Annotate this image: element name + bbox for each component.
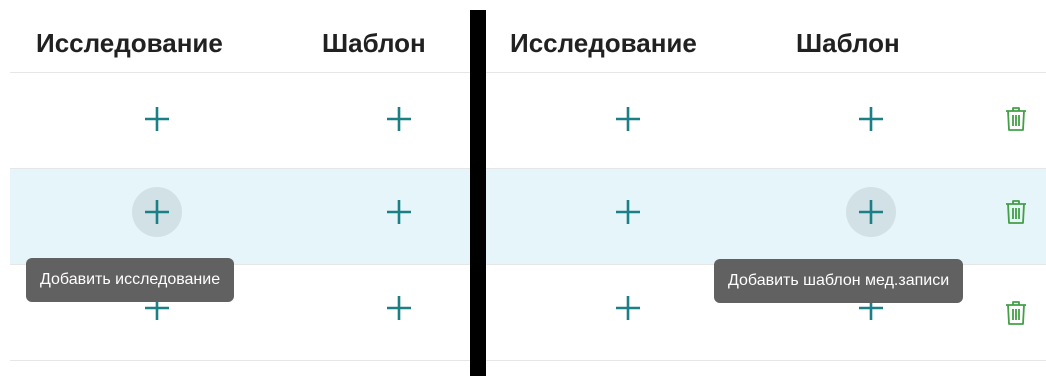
add-template-button[interactable] bbox=[374, 187, 424, 237]
column-header-study: Исследование bbox=[510, 28, 697, 58]
trash-icon bbox=[1006, 107, 1026, 131]
panel-divider bbox=[470, 10, 486, 376]
row-divider bbox=[10, 168, 470, 169]
add-template-button[interactable] bbox=[846, 187, 896, 237]
row-divider bbox=[486, 72, 1046, 73]
tooltip-add-template: Добавить шаблон мед.записи bbox=[714, 259, 964, 303]
delete-row-button[interactable] bbox=[1002, 197, 1030, 227]
right-table-panel: Исследование Шаблон Добавить шаблон мед.… bbox=[486, 0, 1046, 376]
row-divider bbox=[486, 168, 1046, 169]
add-template-button[interactable] bbox=[374, 94, 424, 144]
plus-icon bbox=[616, 296, 640, 320]
column-header-study: Исследование bbox=[36, 28, 223, 58]
add-study-button[interactable] bbox=[132, 187, 182, 237]
tooltip-add-study: Добавить исследование bbox=[26, 258, 235, 302]
delete-row-button[interactable] bbox=[1002, 298, 1030, 328]
plus-icon bbox=[387, 200, 411, 224]
add-study-button[interactable] bbox=[603, 187, 653, 237]
row-divider bbox=[10, 360, 470, 361]
add-study-button[interactable] bbox=[132, 94, 182, 144]
column-header-template: Шаблон bbox=[796, 28, 900, 58]
plus-icon bbox=[145, 200, 169, 224]
plus-icon bbox=[616, 200, 640, 224]
plus-icon bbox=[859, 107, 883, 131]
left-table-panel: Исследование Шаблон Добавить исследовани… bbox=[0, 0, 470, 376]
highlighted-row bbox=[486, 168, 1046, 264]
plus-icon bbox=[145, 107, 169, 131]
plus-icon bbox=[859, 200, 883, 224]
column-header-template: Шаблон bbox=[322, 28, 426, 58]
trash-icon bbox=[1006, 200, 1026, 224]
add-study-button[interactable] bbox=[603, 94, 653, 144]
row-divider bbox=[10, 72, 470, 73]
row-divider bbox=[486, 360, 1046, 361]
plus-icon bbox=[387, 296, 411, 320]
add-study-button[interactable] bbox=[603, 283, 653, 333]
delete-row-button[interactable] bbox=[1002, 104, 1030, 134]
add-template-button[interactable] bbox=[846, 94, 896, 144]
add-template-button[interactable] bbox=[374, 283, 424, 333]
trash-icon bbox=[1006, 301, 1026, 325]
plus-icon bbox=[387, 107, 411, 131]
plus-icon bbox=[616, 107, 640, 131]
